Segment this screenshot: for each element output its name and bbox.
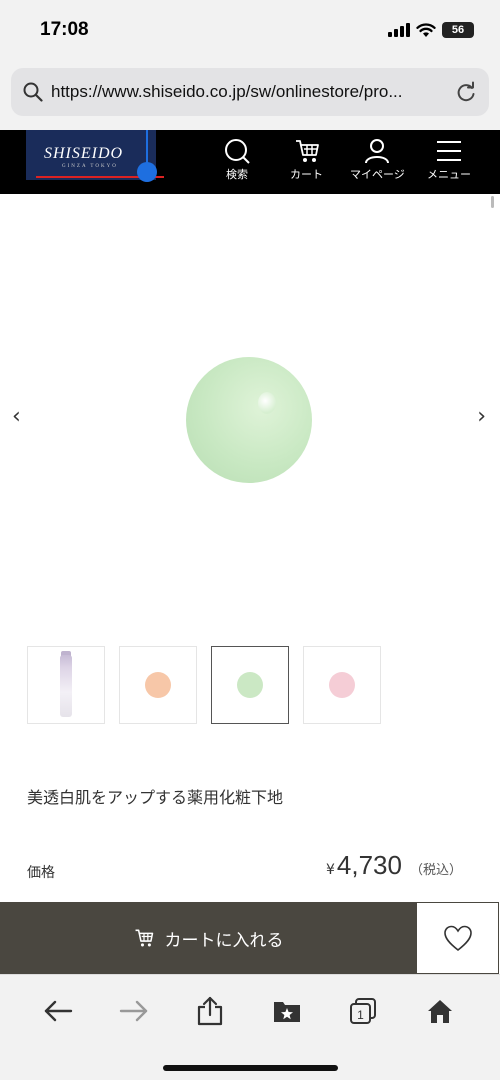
search-icon bbox=[225, 139, 250, 164]
home-button[interactable] bbox=[420, 993, 460, 1029]
logo-subtitle: GINZA TOKYO bbox=[62, 164, 118, 169]
nav-search[interactable]: 検索 bbox=[223, 138, 251, 182]
share-button[interactable] bbox=[190, 993, 230, 1029]
pink-swatch bbox=[329, 672, 355, 698]
thumbnail-pink[interactable] bbox=[303, 646, 381, 724]
nav-search-label: 検索 bbox=[226, 168, 248, 181]
product-swatch-highlight bbox=[258, 392, 276, 414]
thumbnail-strip bbox=[27, 646, 381, 724]
address-bar[interactable]: https://www.shiseido.co.jp/sw/onlinestor… bbox=[11, 68, 489, 116]
reload-icon[interactable] bbox=[455, 81, 477, 103]
thumbnail-tube[interactable] bbox=[27, 646, 105, 724]
back-button[interactable] bbox=[38, 993, 78, 1029]
forward-button[interactable] bbox=[114, 993, 154, 1029]
nav-cart-label: カート bbox=[290, 168, 323, 181]
user-icon bbox=[365, 139, 390, 164]
product-hero: ‹ › bbox=[0, 194, 500, 634]
battery-indicator: 56 bbox=[442, 22, 474, 38]
price-value: 4,730 bbox=[336, 850, 402, 880]
status-icons: 56 bbox=[388, 22, 474, 38]
nav-mypage-label: マイページ bbox=[350, 168, 405, 181]
forward-arrow-icon bbox=[119, 1000, 148, 1022]
url-text[interactable]: https://www.shiseido.co.jp/sw/onlinestor… bbox=[51, 82, 455, 102]
orange-swatch bbox=[145, 672, 171, 698]
next-arrow-icon[interactable]: › bbox=[477, 404, 486, 429]
wifi-icon bbox=[416, 22, 436, 37]
thumbnail-green[interactable] bbox=[211, 646, 289, 724]
add-to-cart-button[interactable]: カートに入れる bbox=[0, 902, 416, 974]
scroll-indicator bbox=[491, 196, 494, 208]
site-header: SHISEIDO GINZA TOKYO 検索 カート マイページ メニュー bbox=[0, 130, 500, 194]
nav-cart[interactable]: カート bbox=[290, 138, 323, 182]
prev-arrow-icon[interactable]: ‹ bbox=[12, 404, 21, 429]
status-time: 17:08 bbox=[40, 19, 89, 40]
browser-toolbar: 1 bbox=[0, 974, 500, 1080]
add-to-cart-label: カートに入れる bbox=[164, 930, 284, 951]
nav-menu-label: メニュー bbox=[427, 168, 471, 181]
back-arrow-icon bbox=[44, 1000, 73, 1022]
tube-image bbox=[60, 655, 72, 717]
selection-handle[interactable] bbox=[137, 162, 157, 182]
tax-note: （税込） bbox=[409, 863, 462, 878]
price: ¥ 4,730 （税込） bbox=[326, 850, 462, 881]
browser-address-area: https://www.shiseido.co.jp/sw/onlinestor… bbox=[0, 62, 500, 130]
menu-icon bbox=[437, 141, 461, 161]
bookmarks-button[interactable] bbox=[267, 993, 307, 1029]
currency-symbol: ¥ bbox=[325, 862, 335, 878]
nav-menu[interactable]: メニュー bbox=[427, 138, 471, 182]
tabs-icon: 1 bbox=[350, 998, 376, 1024]
cart-action-bar: カートに入れる bbox=[0, 902, 500, 974]
home-indicator[interactable] bbox=[163, 1065, 338, 1071]
cart-icon bbox=[135, 929, 153, 947]
bookmark-folder-icon bbox=[274, 1002, 300, 1022]
search-icon bbox=[23, 82, 43, 102]
share-icon bbox=[197, 996, 223, 1026]
price-label: 価格 bbox=[27, 865, 55, 881]
status-bar: 17:08 56 bbox=[0, 0, 500, 62]
heart-icon bbox=[443, 925, 472, 951]
home-icon bbox=[428, 1000, 452, 1023]
cart-icon bbox=[295, 140, 319, 162]
thumbnail-orange[interactable] bbox=[119, 646, 197, 724]
signal-icon bbox=[388, 23, 410, 37]
nav-mypage[interactable]: マイページ bbox=[350, 138, 405, 182]
shiseido-logo[interactable]: SHISEIDO bbox=[44, 145, 123, 163]
product-description: 美透白肌をアップする薬用化粧下地 bbox=[27, 788, 284, 807]
tabs-button[interactable]: 1 bbox=[343, 993, 383, 1029]
favorite-button[interactable] bbox=[416, 902, 499, 974]
svg-text:1: 1 bbox=[357, 1008, 364, 1022]
green-swatch bbox=[237, 672, 263, 698]
product-swatch-image bbox=[186, 357, 312, 483]
